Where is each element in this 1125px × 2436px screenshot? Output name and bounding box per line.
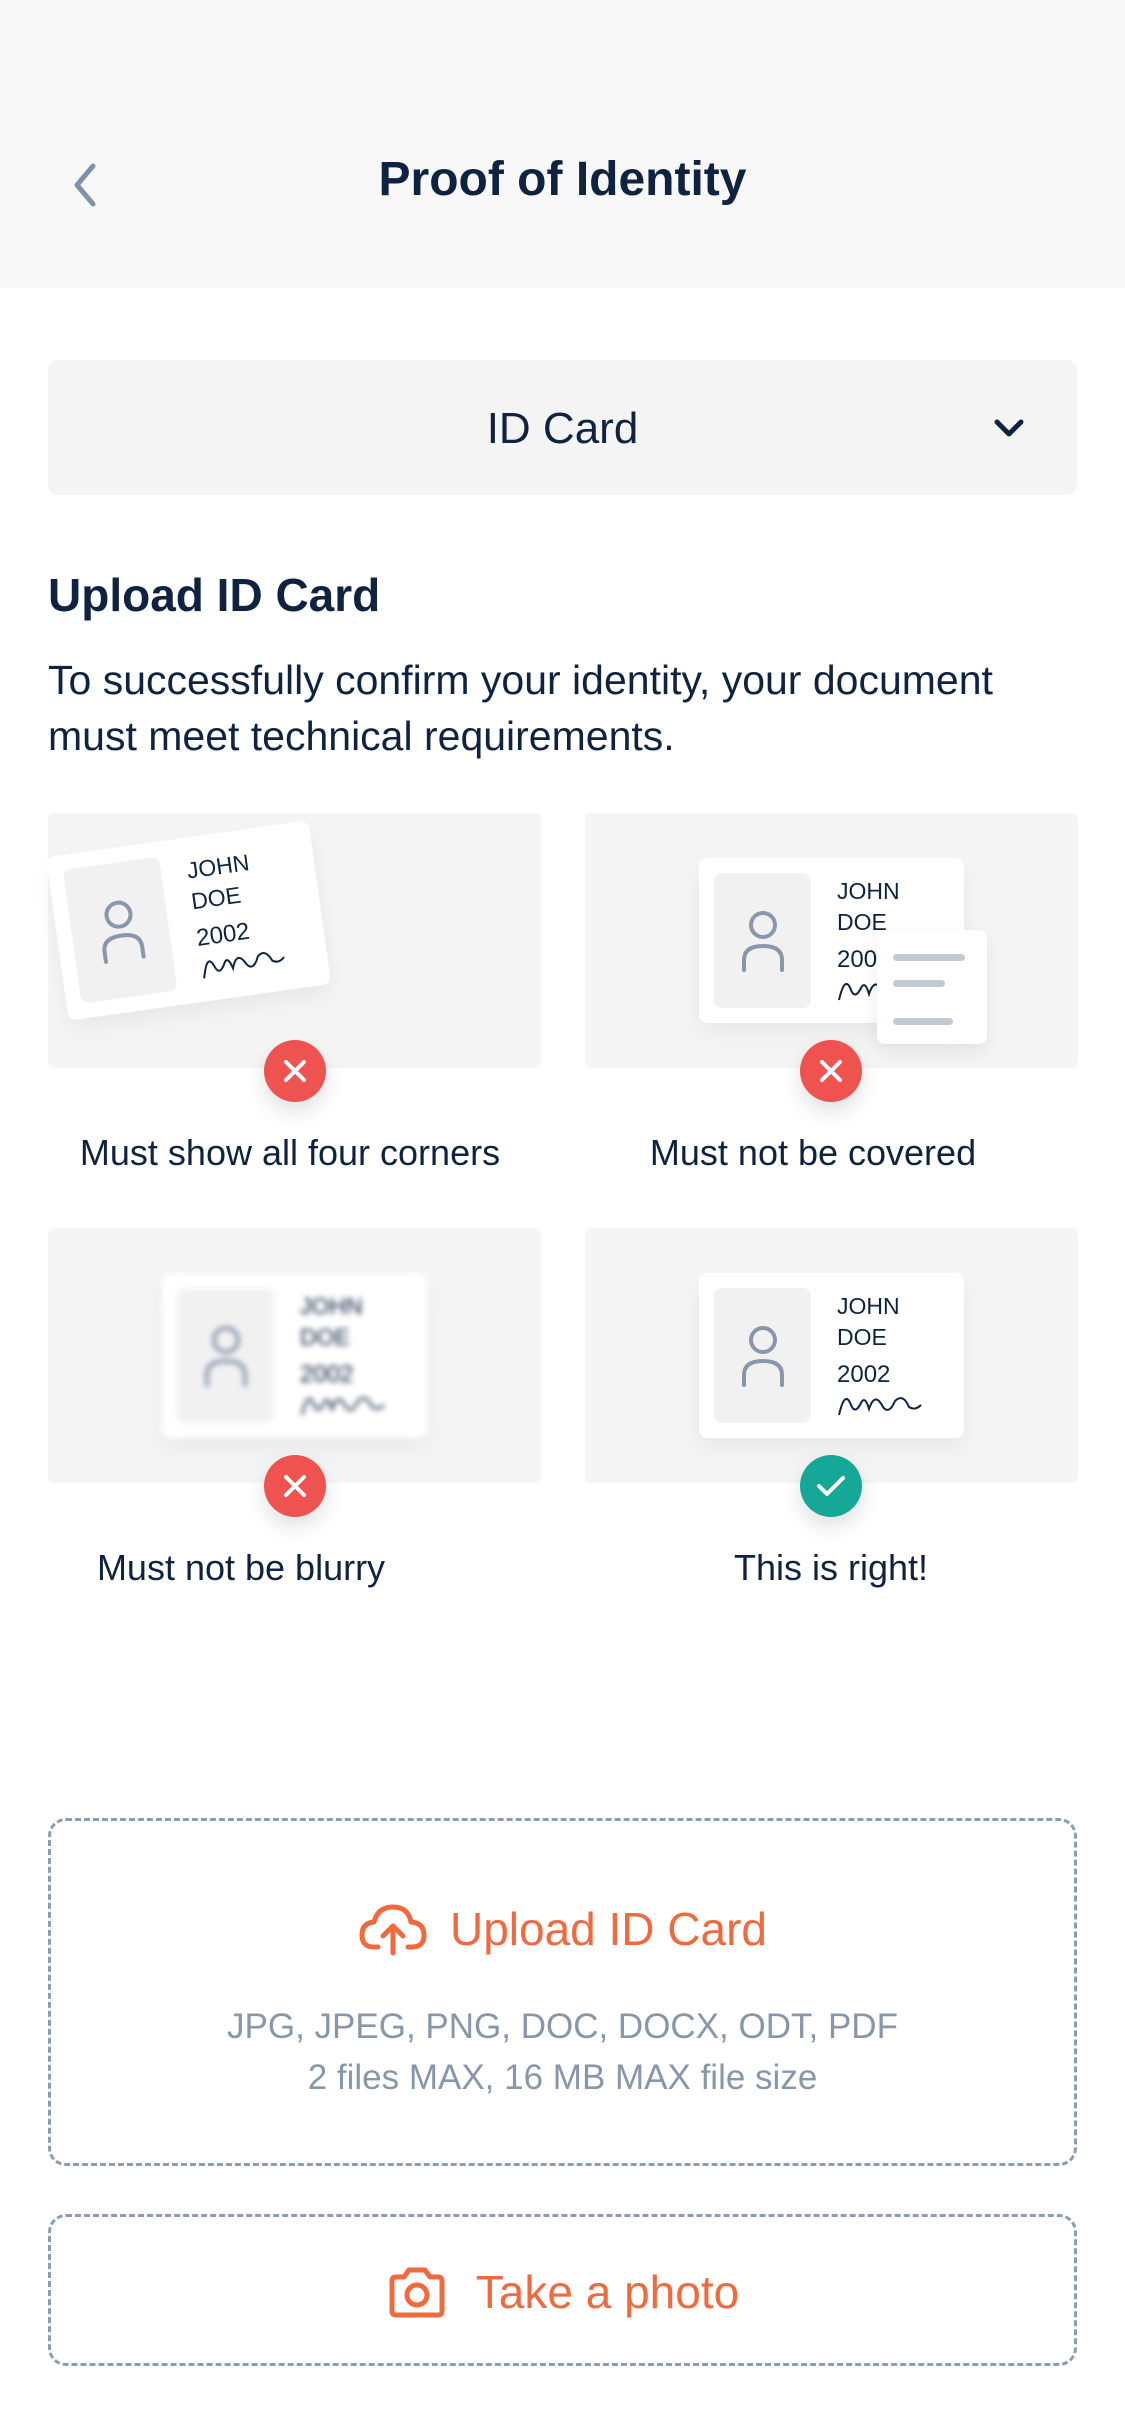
document-type-select[interactable]: ID Card	[48, 360, 1077, 495]
status-error-badge	[800, 1040, 862, 1102]
card-name: JOHN DOE	[837, 878, 900, 935]
person-icon	[741, 1325, 784, 1387]
card-photo	[62, 856, 178, 1004]
signature-icon	[301, 1397, 385, 1416]
take-photo-label: Take a photo	[475, 2266, 740, 2318]
page-title: Proof of Identity	[378, 153, 747, 206]
chevron-down-icon	[994, 419, 1024, 437]
id-card-sample: JOHN DOE 2002	[699, 1273, 964, 1438]
file-limits: 2 files MAX, 16 MB MAX file size	[307, 2058, 818, 2097]
requirement-tile-covered: JOHN DOE 2002	[585, 813, 1078, 1102]
upload-label: Upload ID Card	[449, 1903, 768, 1955]
person-icon	[101, 900, 146, 964]
section-title: Upload ID Card	[48, 569, 381, 621]
requirement-tile-correct: JOHN DOE 2002	[585, 1228, 1078, 1517]
requirement-caption: Must show all four corners	[79, 1132, 501, 1173]
allowed-formats: JPG, JPEG, PNG, DOC, DOCX, ODT, PDF	[227, 2007, 898, 2046]
card-name: JOHN DOE	[837, 1293, 900, 1350]
requirement-caption: This is right!	[733, 1547, 929, 1588]
covering-document	[877, 930, 987, 1044]
card-name: JOHN DOE	[185, 849, 251, 915]
take-photo-content: Take a photo	[51, 2265, 1074, 2319]
status-error-badge	[264, 1040, 326, 1102]
check-icon	[817, 1476, 845, 1496]
close-icon	[284, 1060, 306, 1082]
signature-icon	[838, 1397, 922, 1416]
take-photo-button[interactable]: Take a photo	[48, 2214, 1077, 2366]
card-name: JOHN DOE	[300, 1293, 363, 1350]
app-header: Proof of Identity	[0, 0, 1125, 288]
card-photo	[714, 873, 811, 1008]
id-card-sample: JOHN DOE 2002	[162, 1273, 427, 1438]
requirement-caption: Must not be blurry	[96, 1547, 386, 1588]
section-description: To successfully confirm your identity, y…	[48, 657, 993, 759]
status-success-badge	[800, 1455, 862, 1517]
person-icon	[204, 1325, 247, 1387]
status-error-badge	[264, 1455, 326, 1517]
person-icon	[741, 910, 784, 972]
requirement-tile-blurry: JOHN DOE 2002	[48, 1228, 541, 1517]
camera-icon	[389, 2267, 445, 2318]
close-icon	[820, 1060, 842, 1082]
upload-requirements: JPG, JPEG, PNG, DOC, DOCX, ODT, PDF 2 fi…	[51, 2001, 1074, 2103]
cloud-upload-icon	[359, 1904, 427, 1956]
upload-dropzone[interactable]: Upload ID Card JPG, JPEG, PNG, DOC, DOCX…	[48, 1818, 1077, 2166]
close-icon	[284, 1475, 306, 1497]
card-photo	[714, 1288, 811, 1423]
card-photo	[177, 1288, 274, 1423]
document-type-value: ID Card	[486, 404, 639, 453]
upload-button[interactable]: Upload ID Card	[51, 1901, 1074, 1957]
id-card-sample: JOHN DOE 2002	[45, 820, 332, 1021]
requirement-tile-corners: JOHN DOE 2002	[45, 813, 541, 1102]
requirement-caption: Must not be covered	[649, 1132, 977, 1173]
